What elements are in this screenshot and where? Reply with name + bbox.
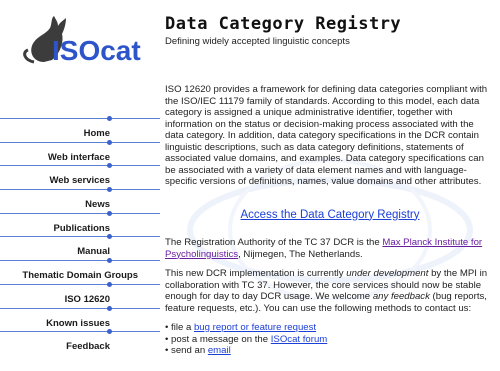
sidebar-item-label: Known issues [46, 317, 110, 329]
bullet-text: post a message on the [171, 333, 271, 345]
sidebar-item-news[interactable]: News [0, 187, 160, 213]
sidebar-item-label: Web services [49, 175, 110, 187]
registration-paragraph: The Registration Authority of the TC 37 … [165, 237, 495, 260]
nav-dot-icon [107, 281, 112, 287]
list-item: send an email [165, 345, 495, 357]
sidebar-item-label: News [85, 199, 110, 211]
email-link[interactable]: email [208, 345, 231, 356]
sidebar-item-iso-12620[interactable]: ISO 12620 [0, 281, 160, 308]
nav-dot-icon [107, 163, 112, 169]
dev-emphasis-1: under development [346, 268, 429, 279]
sidebar: ISOcat Home Web interface Web services N… [0, 0, 160, 371]
nav-dot-icon [107, 305, 112, 311]
sidebar-item-publications[interactable]: Publications [0, 210, 160, 237]
sidebar-item-label: Publications [53, 222, 110, 234]
nav-dot-icon [107, 139, 112, 145]
intro-paragraph: ISO 12620 provides a framework for defin… [165, 84, 488, 187]
bullet-text: file a [171, 322, 194, 333]
page-subtitle: Defining widely accepted linguistic conc… [165, 36, 350, 47]
nav-dot-icon [107, 187, 112, 193]
sidebar-item-web-interface[interactable]: Web interface [0, 139, 160, 166]
main-content: ISO 12620 provides a framework for defin… [165, 84, 495, 357]
dev-emphasis-2: any feedback [372, 291, 430, 302]
page-title: Data Category Registry [165, 14, 402, 34]
sidebar-nav: Home Web interface Web services News Pub… [0, 116, 160, 355]
list-item: file a bug report or feature request [165, 322, 495, 334]
ra-suffix-text: , Nijmegen, The Netherlands. [238, 248, 363, 260]
sidebar-item-web-services[interactable]: Web services [0, 163, 160, 189]
access-section: Access the Data Category Registry [165, 209, 495, 222]
list-item: post a message on the ISOcat forum [165, 334, 495, 346]
sidebar-item-label: Thematic Domain Groups [22, 270, 138, 282]
nav-dot-icon [107, 234, 112, 240]
isocat-logo[interactable]: ISOcat [14, 10, 154, 70]
sidebar-item-thematic-domain-groups[interactable]: Thematic Domain Groups [0, 258, 160, 284]
sidebar-item-known-issues[interactable]: Known issues [0, 305, 160, 332]
access-registry-link[interactable]: Access the Data Category Registry [241, 209, 420, 221]
nav-dot-icon [107, 210, 112, 216]
development-paragraph: This new DCR implementation is currently… [165, 268, 495, 314]
dev-text-1: This new DCR implementation is currently [165, 268, 347, 279]
forum-link[interactable]: ISOcat forum [271, 334, 328, 345]
bullet-text: send an [171, 345, 208, 356]
sidebar-item-label: Manual [77, 246, 110, 258]
sidebar-item-label: Web interface [47, 151, 110, 163]
ra-prefix-text: The Registration Authority of the TC 37 … [165, 237, 383, 248]
contact-list: file a bug report or feature request pos… [165, 322, 495, 357]
sidebar-item-feedback[interactable]: Feedback [0, 329, 160, 355]
sidebar-item-label: Home [83, 128, 110, 139]
nav-dot-icon [107, 258, 112, 264]
sidebar-item-home[interactable]: Home [0, 116, 160, 142]
sidebar-item-manual[interactable]: Manual [0, 234, 160, 260]
nav-dot-icon [107, 329, 112, 335]
logo-text: ISOcat [52, 35, 141, 66]
page-header: Data Category Registry Defining widely a… [165, 14, 495, 47]
nav-dot-icon [107, 116, 112, 121]
bug-report-link[interactable]: bug report or feature request [194, 322, 316, 333]
sidebar-item-label: ISO 12620 [64, 293, 110, 305]
sidebar-item-label: Feedback [66, 341, 110, 353]
